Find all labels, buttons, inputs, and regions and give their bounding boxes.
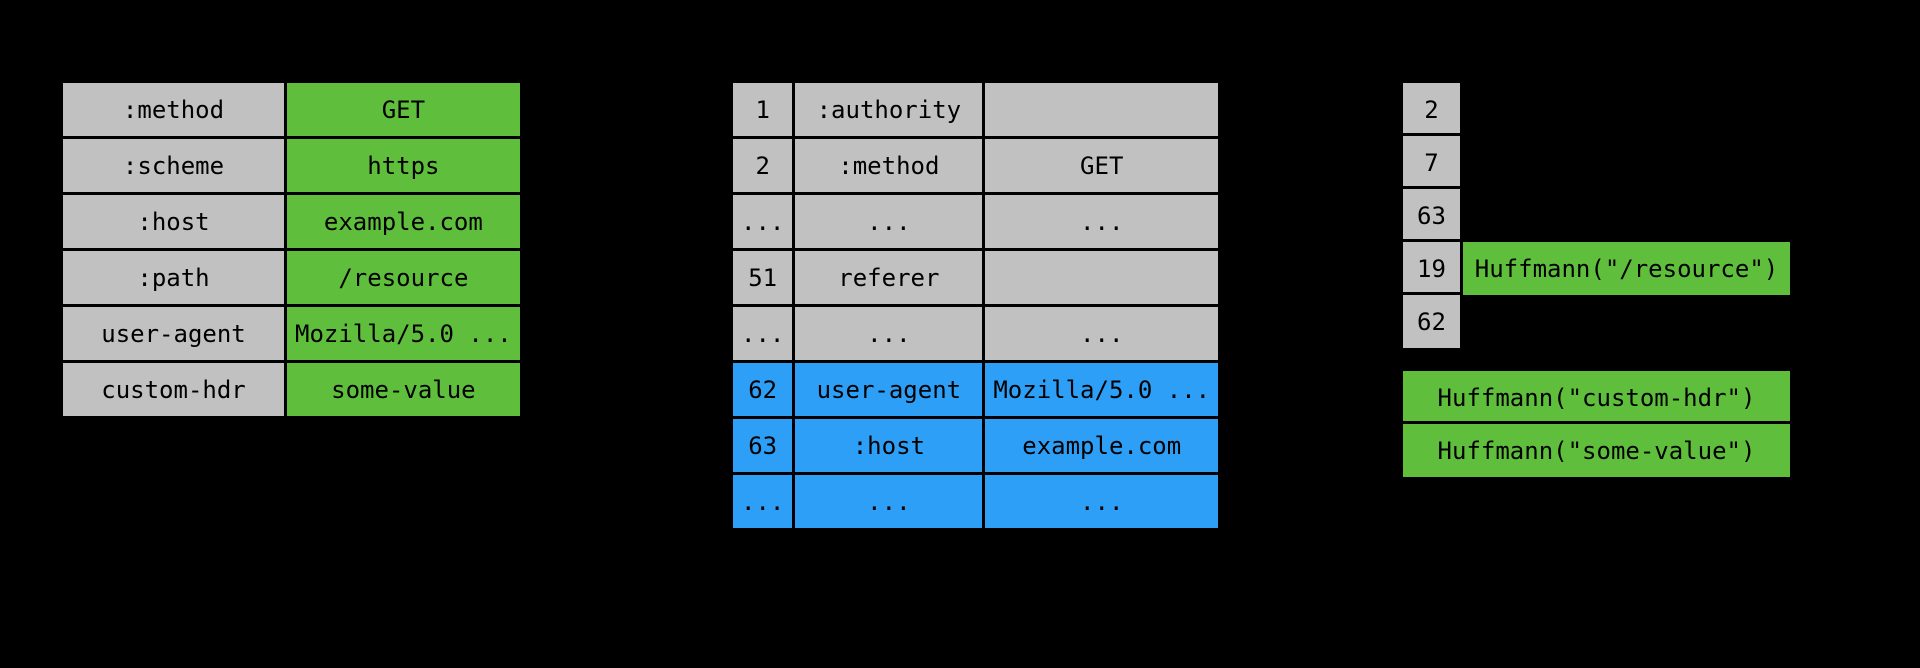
index-cell: 63 bbox=[732, 418, 794, 474]
encoded-row: 63 bbox=[1400, 186, 1463, 245]
header-name-cell: user-agent bbox=[794, 362, 984, 418]
header-value-cell: example.com bbox=[286, 194, 522, 250]
header-name-cell: referer bbox=[794, 250, 984, 306]
header-name-cell: ... bbox=[794, 306, 984, 362]
encoded-literal-row: Huffmann("custom-hdr") bbox=[1400, 368, 1793, 427]
table-row: :method GET bbox=[62, 82, 522, 138]
header-value-cell: GET bbox=[286, 82, 522, 138]
table-row-dynamic: ... ... ... bbox=[732, 474, 1220, 530]
index-cell: ... bbox=[732, 474, 794, 530]
table-row-dynamic: 63 :host example.com bbox=[732, 418, 1220, 474]
index-cell: ... bbox=[732, 194, 794, 250]
table-row: ... ... ... bbox=[732, 194, 1220, 250]
request-headers-table: :method GET :scheme https :host example.… bbox=[60, 80, 523, 419]
header-value-cell: /resource bbox=[286, 250, 522, 306]
index-cell: ... bbox=[732, 306, 794, 362]
table-row: custom-hdr some-value bbox=[62, 362, 522, 418]
index-cell: 1 bbox=[732, 82, 794, 138]
header-value-cell: Mozilla/5.0 ... bbox=[984, 362, 1220, 418]
encoded-index-cell: 19 bbox=[1402, 241, 1462, 297]
header-name-cell: :host bbox=[794, 418, 984, 474]
header-value-cell: https bbox=[286, 138, 522, 194]
header-name-cell: user-agent bbox=[62, 306, 286, 362]
header-name-cell: :authority bbox=[794, 82, 984, 138]
table-row: :scheme https bbox=[62, 138, 522, 194]
encoded-index-cell: 62 bbox=[1402, 294, 1462, 350]
table-row-dynamic: 62 user-agent Mozilla/5.0 ... bbox=[732, 362, 1220, 418]
header-value-cell: GET bbox=[984, 138, 1220, 194]
header-value-cell bbox=[984, 250, 1220, 306]
header-name-cell: :scheme bbox=[62, 138, 286, 194]
encoded-literal-cell: Huffmann("custom-hdr") bbox=[1402, 370, 1792, 426]
header-value-cell: example.com bbox=[984, 418, 1220, 474]
header-name-cell: ... bbox=[794, 474, 984, 530]
table-row: ... ... ... bbox=[732, 306, 1220, 362]
header-value-cell: ... bbox=[984, 474, 1220, 530]
table-row: :host example.com bbox=[62, 194, 522, 250]
header-name-cell: :method bbox=[62, 82, 286, 138]
header-name-cell: :path bbox=[62, 250, 286, 306]
encoded-literal-cell: Huffmann("some-value") bbox=[1402, 423, 1792, 479]
encoded-row: 19 Huffmann("/resource") bbox=[1400, 239, 1793, 298]
table-row: user-agent Mozilla/5.0 ... bbox=[62, 306, 522, 362]
header-name-cell: :method bbox=[794, 138, 984, 194]
encoded-index-cell: 63 bbox=[1402, 188, 1462, 244]
header-name-cell: :host bbox=[62, 194, 286, 250]
header-value-cell: ... bbox=[984, 194, 1220, 250]
header-value-cell: some-value bbox=[286, 362, 522, 418]
encoded-row: 7 bbox=[1400, 133, 1463, 192]
index-cell: 51 bbox=[732, 250, 794, 306]
encoded-row: 62 bbox=[1400, 292, 1463, 351]
encoded-literal-row: Huffmann("some-value") bbox=[1400, 421, 1793, 480]
header-name-cell: ... bbox=[794, 194, 984, 250]
encoded-row: 2 bbox=[1400, 80, 1463, 139]
table-row: :path /resource bbox=[62, 250, 522, 306]
header-name-cell: custom-hdr bbox=[62, 362, 286, 418]
header-value-cell: ... bbox=[984, 306, 1220, 362]
header-value-cell: Mozilla/5.0 ... bbox=[286, 306, 522, 362]
header-value-cell bbox=[984, 82, 1220, 138]
table-row: 51 referer bbox=[732, 250, 1220, 306]
index-cell: 62 bbox=[732, 362, 794, 418]
encoded-index-cell: 7 bbox=[1402, 135, 1462, 191]
table-row: 2 :method GET bbox=[732, 138, 1220, 194]
encoded-index-cell: 2 bbox=[1402, 82, 1462, 138]
hpack-table: 1 :authority 2 :method GET ... ... ... 5… bbox=[730, 80, 1221, 531]
table-row: 1 :authority bbox=[732, 82, 1220, 138]
index-cell: 2 bbox=[732, 138, 794, 194]
encoded-literal-cell: Huffmann("/resource") bbox=[1462, 241, 1792, 297]
